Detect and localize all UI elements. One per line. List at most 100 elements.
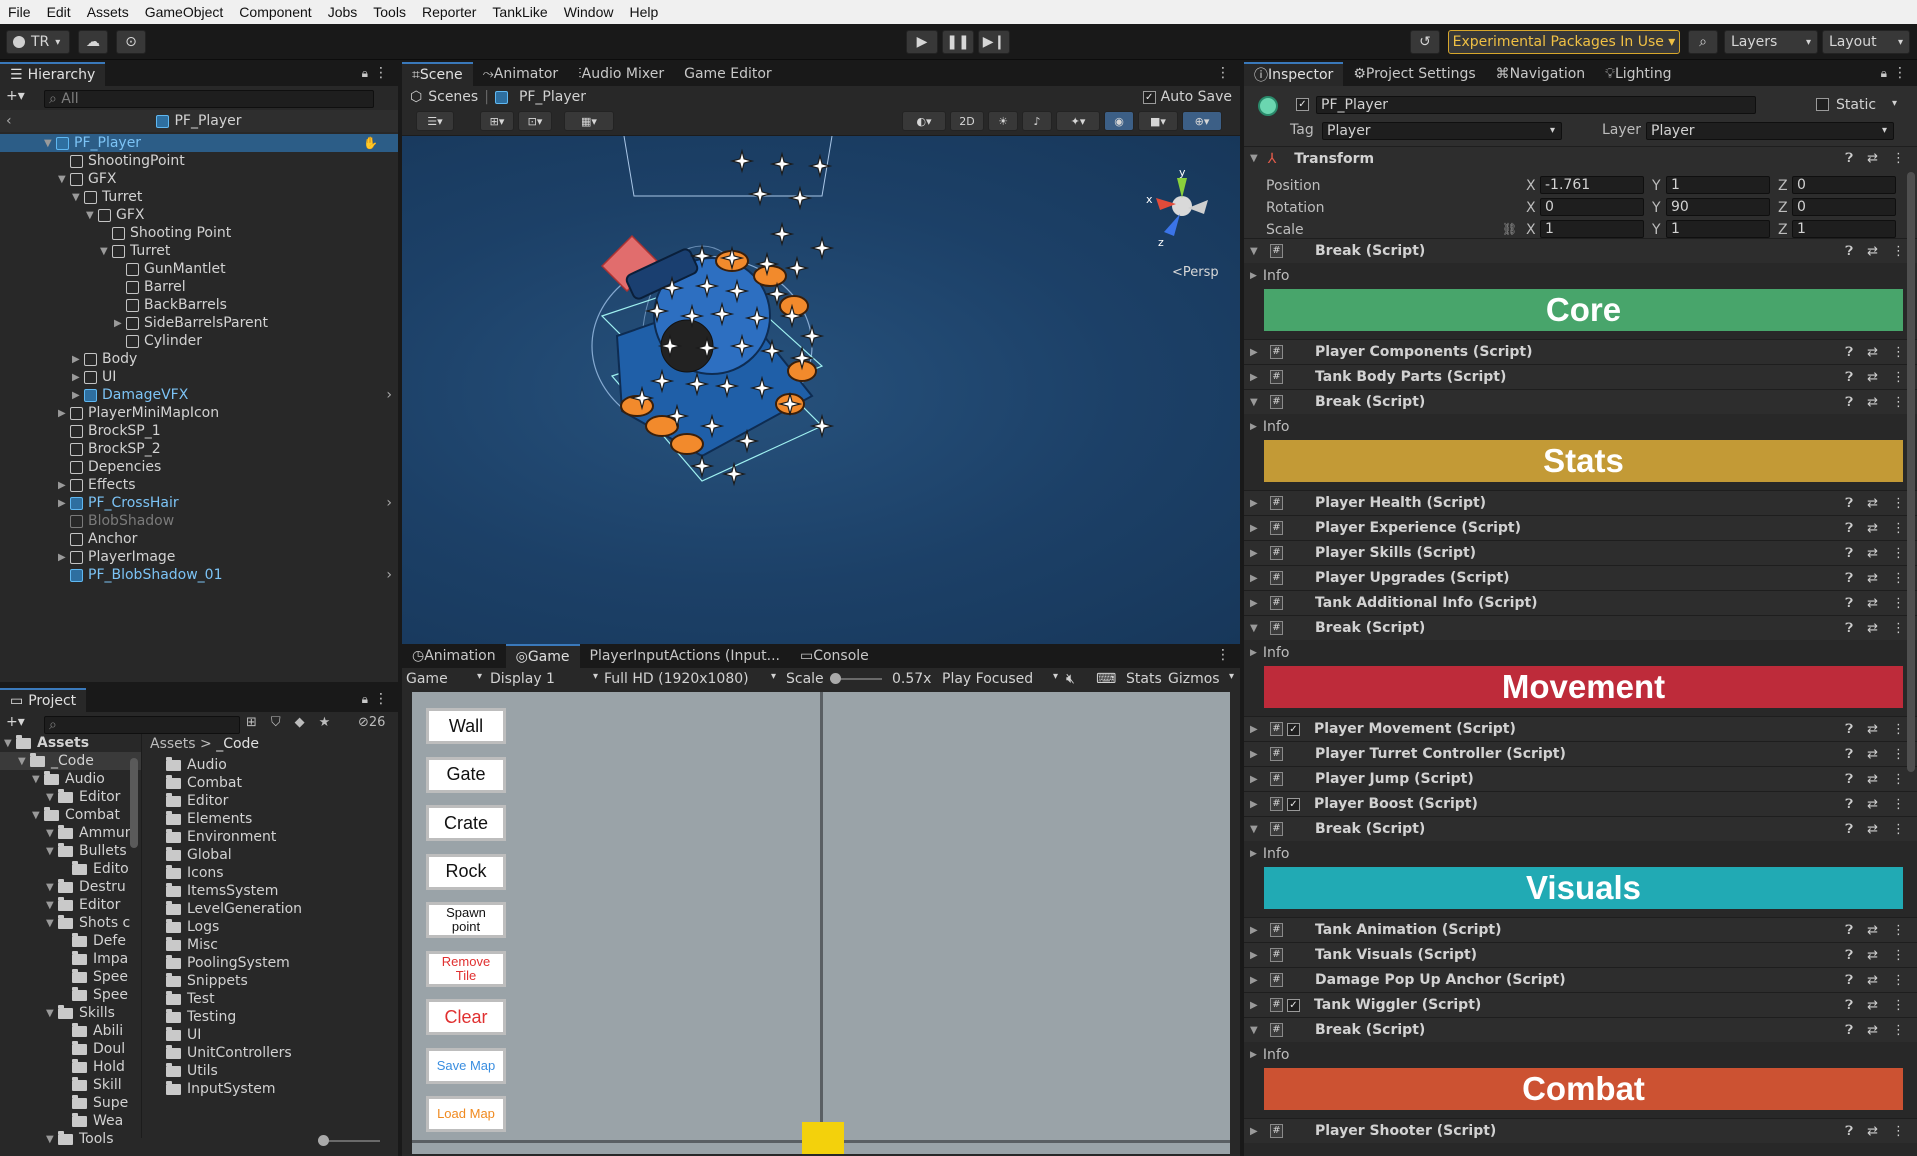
component-header[interactable]: ▼ # Break (Script) ❓︎ ⇄ ⋮ [1244,389,1917,414]
project-folder-item[interactable]: UnitControllers [150,1044,390,1062]
project-folder-item[interactable]: Icons [150,864,390,882]
project-menu-icon[interactable]: ⋮ [374,691,388,707]
hierarchy-item[interactable]: ▶ PlayerImage [0,548,398,566]
project-tree-item[interactable]: Supe [0,1094,141,1112]
object-name-input[interactable]: PF_Player [1316,96,1756,114]
hierarchy-item[interactable]: PF_BlobShadow_01 › [0,566,398,584]
expand-arrow-icon[interactable]: ▼ [46,900,58,911]
experimental-packages-button[interactable]: Experimental Packages In Use ▾ [1448,30,1680,54]
play-button[interactable]: ▶ [906,30,938,54]
chevron-down-icon[interactable]: ▼ [1250,1025,1260,1036]
chevron-right-icon[interactable]: ▶ [1250,975,1260,986]
preset-icon[interactable]: ⇄ [1867,496,1878,511]
help-icon[interactable]: ❓︎ [1845,923,1853,938]
expand-arrow-icon[interactable]: ▼ [18,756,30,767]
tab-lighting[interactable]: 💡︎ Lighting [1595,62,1681,86]
kebab-icon[interactable]: ⋮ [1892,244,1905,259]
project-tree-item[interactable]: Spee [0,968,141,986]
component-header[interactable]: ▶ # Player Jump (Script) ❓︎ ⇄ ⋮ [1244,766,1917,791]
expand-arrow-icon[interactable]: ▶ [58,480,70,491]
expand-arrow-icon[interactable]: ▶ [58,552,70,563]
expand-arrow-icon[interactable]: ▼ [44,138,56,149]
game-view-dropdown[interactable]: Game ▾ [406,671,482,687]
icon-size-slider[interactable] [318,1135,380,1146]
step-button[interactable]: ▶❙ [978,30,1010,54]
hierarchy-item[interactable]: ▶ Body [0,350,398,368]
menu-item-assets[interactable]: Assets [79,4,137,20]
tab-playerinputactions[interactable]: PlayerInputActions (Input... [580,644,790,668]
hierarchy-item[interactable]: Depencies [0,458,398,476]
back-arrow-icon[interactable]: ‹ [6,113,12,129]
menu-item-jobs[interactable]: Jobs [320,4,366,20]
project-folder-item[interactable]: Audio [150,756,390,774]
inspector-menu-icon[interactable]: ⋮ [1893,65,1907,81]
expand-arrow-icon[interactable]: ▼ [46,792,58,803]
object-icon[interactable] [1258,96,1278,116]
help-icon[interactable]: ❓︎ [1845,722,1853,737]
tab-navigation[interactable]: ⌘ Navigation [1486,62,1596,86]
chevron-down-icon[interactable]: ▼ [1250,623,1260,634]
project-folder-item[interactable]: Global [150,846,390,864]
chevron-right-icon[interactable]: › [386,387,392,403]
kebab-icon[interactable]: ⋮ [1892,1023,1905,1038]
resolution-dropdown[interactable]: Full HD (1920x1080) ▾ [604,671,776,687]
expand-arrow-icon[interactable]: ▶ [58,498,70,509]
preset-icon[interactable]: ⇄ [1867,948,1878,963]
preset-icon[interactable]: ⇄ [1867,973,1878,988]
map-editor-button[interactable]: Crate [426,805,506,841]
project-tree-item[interactable]: ▼ Bullets [0,842,141,860]
chevron-right-icon[interactable]: › [386,567,392,583]
collab-button[interactable]: ⊙ [116,30,146,54]
map-editor-button[interactable]: Load Map [426,1096,506,1132]
expand-arrow-icon[interactable]: ▶ [72,372,84,383]
tab-hierarchy[interactable]: ☰ Hierarchy [0,62,106,86]
hierarchy-item[interactable]: ShootingPoint [0,152,398,170]
component-header[interactable]: ▶ # Player Turret Controller (Script) ❓︎ ⇄ ⋮ [1244,741,1917,766]
help-icon[interactable]: ❓︎ [1845,345,1853,360]
filter-label-icon[interactable]: ⛉ [271,715,281,730]
preset-icon[interactable]: ⇄ [1867,521,1878,536]
position-x-field[interactable]: -1.761 [1540,176,1644,194]
component-header[interactable]: ▶ # ✓ Tank Wiggler (Script) ❓︎ ⇄ ⋮ [1244,992,1917,1017]
layout-dropdown[interactable]: Layout ▾ [1822,30,1910,54]
project-tree-item[interactable]: ▼ Destru [0,878,141,896]
component-header[interactable]: ▶ # Tank Animation (Script) ❓︎ ⇄ ⋮ [1244,917,1917,942]
gizmos-dropdown[interactable]: Gizmos ▾ [1168,671,1234,687]
menu-item-component[interactable]: Component [231,4,319,20]
kebab-icon[interactable]: ⋮ [1892,596,1905,611]
grid-visibility-dropdown[interactable]: ▦▾ [564,111,614,131]
kebab-icon[interactable]: ⋮ [1892,345,1905,360]
expand-arrow-icon[interactable]: ▼ [32,810,44,821]
hierarchy-item[interactable]: Anchor [0,530,398,548]
hierarchy-item[interactable]: ▶ Effects [0,476,398,494]
toggle-2d-button[interactable]: 2D [950,111,984,131]
kebab-icon[interactable]: ⋮ [1892,998,1905,1013]
expand-arrow-icon[interactable]: ▼ [46,918,58,929]
project-tree-item[interactable]: ▼ Editor [0,896,141,914]
hierarchy-item[interactable]: BlobShadow [0,512,398,530]
help-icon[interactable]: ❓︎ [1845,747,1853,762]
expand-arrow-icon[interactable]: ▶ [114,318,126,329]
preset-icon[interactable]: ⇄ [1867,571,1878,586]
tab-project[interactable]: ▭ Project [0,688,87,712]
info-foldout[interactable]: ▶ Info [1244,418,1917,436]
project-tree-item[interactable]: ▼ Combat [0,806,141,824]
info-foldout[interactable]: ▶ Info [1244,845,1917,863]
prefab-edit-icon[interactable]: ✋ [363,136,378,150]
camera-dropdown[interactable]: ■▾ [1138,111,1178,131]
project-tree-item[interactable]: Edito [0,860,141,878]
kebab-icon[interactable]: ⋮ [1892,496,1905,511]
rotation-y-field[interactable]: 90 [1666,198,1770,216]
project-tree-item[interactable]: Impa [0,950,141,968]
stats-button[interactable]: Stats [1126,671,1162,687]
preset-icon[interactable]: ⇄ [1867,370,1878,385]
preset-icon[interactable]: ⇄ [1867,151,1878,166]
project-tree-item[interactable]: ▼ Tools [0,1130,141,1148]
rotation-z-field[interactable]: 0 [1792,198,1896,216]
chevron-right-icon[interactable]: ▶ [1250,1126,1260,1137]
project-folder-item[interactable]: Snippets [150,972,390,990]
chevron-right-icon[interactable]: ▶ [1250,573,1260,584]
hierarchy-item[interactable]: ▶ UI [0,368,398,386]
chevron-down-icon[interactable]: ▼ [1250,397,1260,408]
hierarchy-item[interactable]: ▶ PlayerMiniMapIcon [0,404,398,422]
